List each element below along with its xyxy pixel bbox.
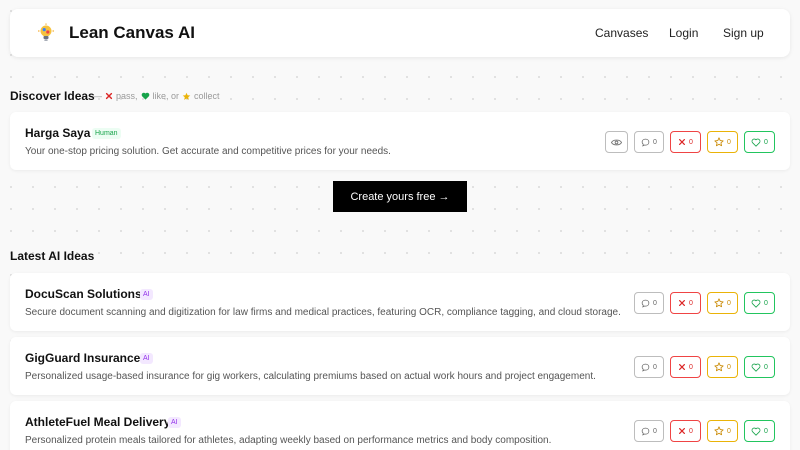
ai-badge: AI	[140, 353, 153, 364]
star-icon	[182, 92, 191, 101]
comment-count: 0	[653, 363, 657, 371]
comment-icon	[641, 299, 650, 308]
discover-hint: — pass, like, or collect	[93, 91, 220, 101]
star-icon	[714, 137, 724, 147]
comment-icon	[641, 138, 650, 147]
idea-actions: 0 0 0 0	[634, 420, 775, 442]
ai-badge: AI	[140, 289, 153, 300]
hint-pass: pass,	[116, 91, 138, 101]
lightbulb-icon[interactable]	[36, 23, 56, 43]
heart-icon	[141, 92, 150, 100]
brand-title[interactable]: Lean Canvas AI	[69, 23, 195, 43]
like-button[interactable]: 0	[744, 292, 775, 314]
idea-card[interactable]: GigGuard Insurance AI Personalized usage…	[10, 337, 790, 395]
pass-count: 0	[689, 427, 693, 435]
comment-button[interactable]: 0	[634, 292, 664, 314]
comment-button[interactable]: 0	[634, 131, 664, 153]
comment-count: 0	[653, 427, 657, 435]
idea-card[interactable]: Harga Saya Human Your one-stop pricing s…	[10, 112, 790, 170]
idea-description: Personalized protein meals tailored for …	[25, 435, 552, 446]
human-badge: Human	[92, 128, 121, 139]
idea-description: Personalized usage-based insurance for g…	[25, 371, 596, 382]
ai-badge: AI	[168, 417, 181, 428]
pass-button[interactable]: 0	[670, 420, 701, 442]
idea-description: Secure document scanning and digitizatio…	[25, 307, 621, 318]
star-icon	[714, 362, 724, 372]
like-button[interactable]: 0	[744, 356, 775, 378]
heart-icon	[751, 427, 761, 436]
idea-title[interactable]: Harga Saya	[25, 126, 90, 140]
idea-title[interactable]: GigGuard Insurance	[25, 351, 140, 365]
nav-signup-link[interactable]: Sign up	[723, 26, 764, 40]
collect-button[interactable]: 0	[707, 356, 738, 378]
star-icon	[714, 298, 724, 308]
nav-canvases-link[interactable]: Canvases	[595, 26, 648, 40]
hint-collect: collect	[194, 91, 220, 101]
star-icon	[714, 426, 724, 436]
heart-icon	[751, 363, 761, 372]
idea-card[interactable]: DocuScan Solutions AI Secure document sc…	[10, 273, 790, 331]
like-count: 0	[764, 363, 768, 371]
idea-description: Your one-stop pricing solution. Get accu…	[25, 146, 391, 157]
comment-icon	[641, 427, 650, 436]
hint-like: like, or	[152, 91, 180, 101]
collect-button[interactable]: 0	[707, 420, 738, 442]
comment-button[interactable]: 0	[634, 356, 664, 378]
collect-button[interactable]: 0	[707, 131, 738, 153]
x-icon	[679, 428, 686, 434]
collect-count: 0	[727, 427, 731, 435]
pass-button[interactable]: 0	[670, 292, 701, 314]
like-count: 0	[764, 299, 768, 307]
collect-count: 0	[727, 363, 731, 371]
comment-count: 0	[653, 299, 657, 307]
idea-actions: 0 0 0 0	[634, 292, 775, 314]
collect-button[interactable]: 0	[707, 292, 738, 314]
create-free-button[interactable]: Create yours free →	[333, 181, 467, 212]
idea-title[interactable]: AthleteFuel Meal Delivery	[25, 415, 170, 429]
collect-count: 0	[727, 299, 731, 307]
eye-icon	[611, 139, 622, 145]
heart-icon	[751, 138, 761, 147]
pass-count: 0	[689, 363, 693, 371]
nav-login-link[interactable]: Login	[669, 26, 698, 40]
latest-ai-ideas-heading: Latest AI Ideas	[10, 249, 95, 263]
heart-icon	[751, 299, 761, 308]
comment-count: 0	[653, 138, 657, 146]
discover-ideas-heading: Discover Ideas	[10, 89, 95, 103]
pass-count: 0	[689, 138, 693, 146]
idea-actions: 0 0 0 0	[634, 356, 775, 378]
like-count: 0	[764, 138, 768, 146]
hint-dash: —	[93, 91, 102, 101]
pass-button[interactable]: 0	[670, 356, 701, 378]
comment-icon	[641, 363, 650, 372]
x-icon	[105, 92, 113, 100]
like-count: 0	[764, 427, 768, 435]
x-icon	[679, 300, 686, 306]
collect-count: 0	[727, 138, 731, 146]
x-icon	[679, 364, 686, 370]
idea-actions: 0 0 0 0	[605, 131, 775, 153]
view-button[interactable]	[605, 131, 628, 153]
like-button[interactable]: 0	[744, 420, 775, 442]
top-navbar: Lean Canvas AI Canvases Login Sign up	[10, 9, 790, 57]
pass-count: 0	[689, 299, 693, 307]
comment-button[interactable]: 0	[634, 420, 664, 442]
pass-button[interactable]: 0	[670, 131, 701, 153]
idea-title[interactable]: DocuScan Solutions	[25, 287, 142, 301]
x-icon	[679, 139, 686, 145]
idea-card[interactable]: AthleteFuel Meal Delivery AI Personalize…	[10, 401, 790, 450]
like-button[interactable]: 0	[744, 131, 775, 153]
